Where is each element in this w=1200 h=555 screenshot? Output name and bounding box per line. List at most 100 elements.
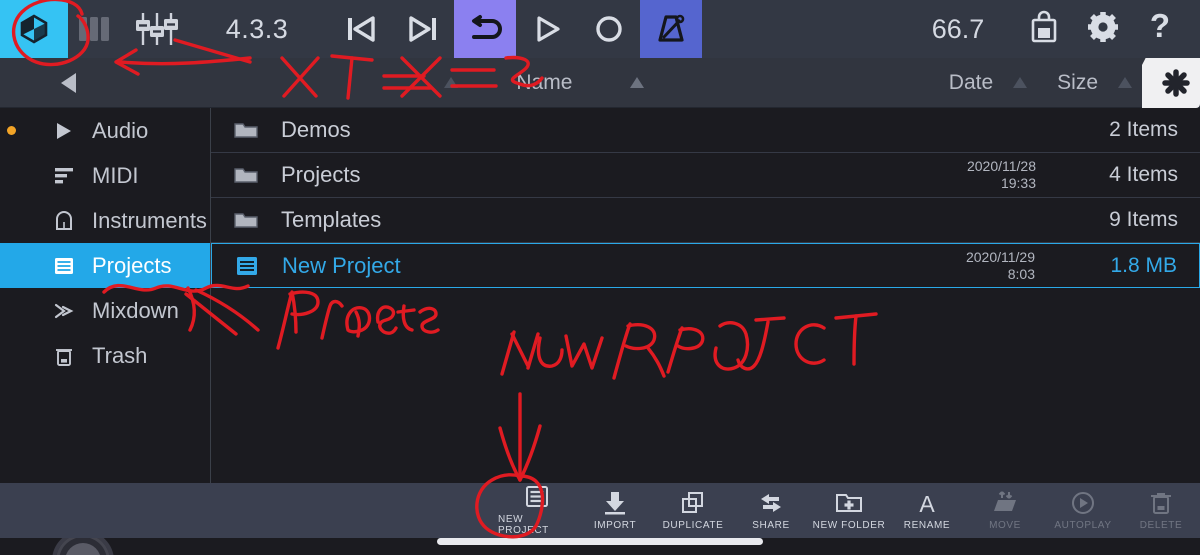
tracks-icon [79, 17, 109, 41]
column-date[interactable]: Date [949, 71, 1028, 95]
delete-button[interactable]: DELETE [1122, 483, 1200, 538]
project-list-icon [52, 255, 76, 277]
question-mark-icon: ? [1150, 7, 1170, 44]
file-size: 4 Items [1109, 163, 1178, 186]
sidebar-item-label: Instruments [92, 207, 207, 233]
sidebar-item-trash[interactable]: Trash [0, 333, 210, 378]
rename-a-icon: A [919, 491, 935, 515]
file-name: Demos [281, 117, 351, 142]
bpm-display[interactable]: 66.7 [888, 14, 1028, 45]
transport-controls [330, 0, 702, 58]
button-label: NEW PROJECT [498, 514, 549, 536]
metronome-button[interactable] [640, 0, 702, 58]
position-display[interactable]: 4.3.3 [194, 14, 320, 45]
file-size: 9 Items [1109, 208, 1178, 231]
table-row[interactable]: New Project 2020/11/29 8:03 1.8 MB [211, 243, 1200, 288]
loop-button[interactable] [454, 0, 516, 58]
skip-to-start-button[interactable] [330, 0, 392, 58]
new-folder-button[interactable]: NEW FOLDER [810, 483, 888, 538]
svg-text:A: A [919, 491, 935, 515]
rename-button[interactable]: A RENAME [888, 483, 966, 538]
skip-forward-icon [409, 16, 436, 42]
column-name[interactable]: Name [140, 71, 949, 95]
folder-icon [211, 119, 281, 141]
record-button[interactable] [578, 0, 640, 58]
duplicate-copy-icon [682, 491, 703, 513]
column-size-label: Size [1057, 70, 1098, 94]
folder-icon [211, 164, 281, 186]
back-arrow-icon [61, 72, 76, 93]
home-indicator [437, 538, 763, 545]
settings-button[interactable] [1086, 10, 1120, 49]
sort-asc-indicator-right[interactable] [630, 77, 645, 88]
button-label: DELETE [1139, 519, 1183, 531]
piano-icon [52, 210, 76, 232]
file-list: Demos 2 Items Projects 2020/11/28 19:33 … [211, 108, 1200, 483]
sidebar-item-label: Trash [92, 342, 148, 368]
table-row[interactable]: Templates 9 Items [211, 198, 1200, 243]
folder-icon [211, 209, 281, 231]
move-button[interactable]: MOVE [966, 483, 1044, 538]
button-label: MOVE [989, 519, 1021, 531]
sort-asc-indicator-left[interactable] [444, 77, 459, 88]
button-label: AUTOPLAY [1054, 519, 1112, 531]
file-date-day: 2020/11/28 [966, 158, 1036, 174]
sidebar-item-midi[interactable]: MIDI [0, 153, 210, 198]
bottom-toolbar: NEW PROJECT IMPORT DUPLICATE SHARE NEW F… [0, 483, 1200, 538]
play-triangle-icon [52, 120, 76, 142]
autoplay-circle-icon [1072, 491, 1094, 514]
sort-size-indicator[interactable] [1118, 77, 1132, 88]
button-label: RENAME [903, 519, 951, 531]
share-button[interactable]: SHARE [732, 483, 810, 538]
new-folder-plus-icon [836, 493, 862, 512]
skip-to-end-button[interactable] [392, 0, 454, 58]
new-project-button[interactable]: NEW PROJECT [498, 483, 576, 538]
file-name: Projects [281, 162, 361, 187]
sidebar-item-audio[interactable]: Audio [0, 108, 210, 153]
play-button[interactable] [516, 0, 578, 58]
file-size: 2 Items [1109, 118, 1178, 141]
sidebar-item-projects[interactable]: Projects [0, 243, 210, 288]
mixer-faders-icon [136, 13, 178, 45]
shopping-bag-icon [1031, 10, 1057, 42]
sidebar-item-label: Projects [92, 252, 172, 278]
app-logo-button[interactable] [0, 0, 68, 58]
play-icon [537, 16, 560, 42]
project-list-icon [526, 486, 548, 507]
store-button[interactable] [1028, 10, 1060, 49]
sidebar-item-label: Audio [92, 117, 149, 143]
tracks-button[interactable] [68, 0, 120, 58]
file-date: 2020/11/29 8:03 [889, 249, 1049, 283]
sort-date-indicator[interactable] [1013, 77, 1028, 88]
sidebar-item-instruments[interactable]: Instruments [0, 198, 210, 243]
top-toolbar: 4.3.3 66.7 ? [0, 0, 1200, 58]
table-row[interactable]: Demos 2 Items [211, 108, 1200, 153]
close-x-icon [1162, 69, 1190, 97]
midi-bars-icon [52, 165, 76, 187]
move-folder-icon [994, 490, 1016, 511]
file-date-time: 19:33 [1000, 175, 1036, 191]
autoplay-button[interactable]: AUTOPLAY [1044, 483, 1122, 538]
svg-text:?: ? [1150, 9, 1170, 44]
app-root: 4.3.3 66.7 ? Name Date Size Audio MIDI I… [0, 0, 1200, 555]
mixer-button[interactable] [120, 0, 194, 58]
unsaved-dot-marker [7, 126, 16, 135]
import-download-icon [605, 491, 625, 514]
back-button[interactable] [0, 70, 140, 96]
import-button[interactable]: IMPORT [576, 483, 654, 538]
sidebar-item-mixdown[interactable]: Mixdown [0, 288, 210, 333]
close-panel-button[interactable] [1142, 58, 1200, 108]
trash-icon [52, 345, 76, 367]
button-label: NEW FOLDER [812, 519, 886, 531]
column-size[interactable]: Size [1057, 71, 1132, 95]
record-circle-icon [596, 16, 622, 42]
project-list-icon [212, 254, 282, 278]
sidebar-item-label: Mixdown [92, 297, 179, 323]
help-button[interactable]: ? [1146, 7, 1174, 50]
arrows-merge-icon [52, 300, 76, 322]
table-row[interactable]: Projects 2020/11/28 19:33 4 Items [211, 153, 1200, 198]
loop-icon [472, 15, 502, 39]
column-header-bar: Name Date Size [0, 58, 1200, 108]
duplicate-button[interactable]: DUPLICATE [654, 483, 732, 538]
skip-back-icon [348, 16, 375, 42]
